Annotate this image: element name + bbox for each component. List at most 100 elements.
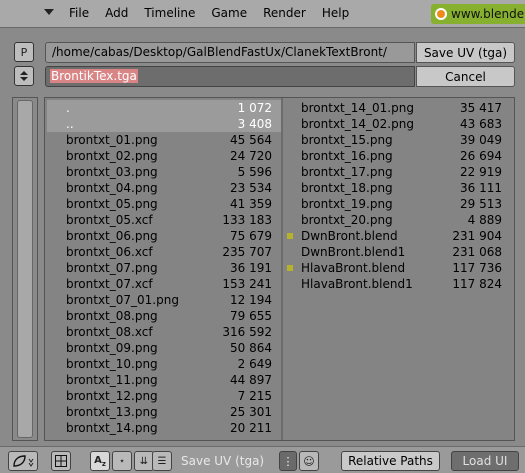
file-row[interactable]: brontxt_12.png 7 215 bbox=[47, 388, 282, 404]
directory-menu-button[interactable] bbox=[14, 66, 34, 86]
file-row[interactable]: brontxt_20.png 4 889 bbox=[285, 212, 514, 228]
relative-paths-button[interactable]: Relative Paths bbox=[341, 451, 440, 471]
scrollbar-thumb[interactable] bbox=[17, 100, 33, 438]
file-row[interactable]: brontxt_02.png 24 720 bbox=[47, 148, 282, 164]
file-name: brontxt_08.xcf bbox=[66, 325, 153, 339]
file-row[interactable]: brontxt_05.xcf 133 183 bbox=[47, 212, 282, 228]
ghost-icon: ☺ bbox=[303, 454, 315, 468]
file-size: 235 707 bbox=[222, 245, 272, 259]
file-row[interactable]: brontxt_09.png 50 864 bbox=[47, 340, 282, 356]
directory-path-input[interactable]: /home/cabas/Desktop/GalBlendFastUx/Clane… bbox=[45, 42, 415, 63]
file-size: 12 194 bbox=[230, 293, 272, 307]
menu-collapse-arrow-icon[interactable] bbox=[44, 9, 54, 15]
up-down-arrows-icon bbox=[20, 71, 28, 81]
filter-button[interactable]: ☰ bbox=[152, 451, 172, 471]
file-row[interactable]: DwnBront.blend 231 904 bbox=[285, 228, 514, 244]
file-size: 35 417 bbox=[460, 101, 502, 115]
file-name: brontxt_14_01.png bbox=[301, 101, 414, 115]
menu-timeline[interactable]: Timeline bbox=[144, 6, 195, 20]
file-name: brontxt_07.xcf bbox=[66, 277, 153, 291]
file-row[interactable]: brontxt_07.png 36 191 bbox=[47, 260, 282, 276]
file-row[interactable]: brontxt_11.png 44 897 bbox=[47, 372, 282, 388]
file-name: brontxt_06.xcf bbox=[66, 245, 153, 259]
filename-input[interactable]: BrontikTex.tga bbox=[45, 66, 415, 87]
menu-help[interactable]: Help bbox=[322, 6, 349, 20]
file-size: 29 513 bbox=[460, 197, 502, 211]
file-name: brontxt_04.png bbox=[66, 181, 158, 195]
file-row[interactable]: brontxt_17.png 22 919 bbox=[285, 164, 514, 180]
file-name: brontxt_13.png bbox=[66, 405, 158, 419]
file-row[interactable]: brontxt_06.xcf 235 707 bbox=[47, 244, 282, 260]
file-size: 36 111 bbox=[460, 181, 502, 195]
file-row[interactable]: brontxt_06.png 75 679 bbox=[47, 228, 282, 244]
file-name: brontxt_05.png bbox=[66, 197, 158, 211]
file-row[interactable]: brontxt_04.png 23 534 bbox=[47, 180, 282, 196]
file-size: 41 359 bbox=[230, 197, 272, 211]
file-row[interactable]: brontxt_13.png 25 301 bbox=[47, 404, 282, 420]
menu-file[interactable]: File bbox=[69, 6, 89, 20]
file-list-scrollbar[interactable] bbox=[12, 97, 38, 441]
menu-render[interactable]: Render bbox=[263, 6, 306, 20]
file-size: 45 564 bbox=[230, 133, 272, 147]
file-name: brontxt_19.png bbox=[301, 197, 393, 211]
file-row[interactable]: brontxt_14_01.png 35 417 bbox=[285, 100, 514, 116]
file-row[interactable]: brontxt_18.png 36 111 bbox=[285, 180, 514, 196]
file-name: brontxt_18.png bbox=[301, 181, 393, 195]
file-size: 50 864 bbox=[230, 341, 272, 355]
sort-alpha-button[interactable]: Az bbox=[90, 451, 110, 471]
file-name: brontxt_07_01.png bbox=[66, 293, 179, 307]
load-ui-button[interactable]: Load UI bbox=[451, 451, 519, 471]
file-name: brontxt_01.png bbox=[66, 133, 158, 147]
file-row[interactable]: brontxt_08.png 79 655 bbox=[47, 308, 282, 324]
file-size: 2 649 bbox=[237, 357, 272, 371]
file-size: 22 919 bbox=[460, 165, 502, 179]
directory-row[interactable]: .. 3 408 bbox=[47, 116, 282, 132]
file-name: DwnBront.blend bbox=[301, 229, 398, 243]
hidden-files-toggle[interactable]: ⋮ bbox=[279, 451, 297, 471]
file-size: 117 736 bbox=[452, 261, 502, 275]
sort-size-button[interactable]: ⇊ bbox=[134, 451, 154, 471]
sort-time-button[interactable]: ⋆ bbox=[112, 451, 132, 471]
file-row[interactable]: brontxt_07.xcf 153 241 bbox=[47, 276, 282, 292]
file-row[interactable]: HlavaBront.blend 117 736 bbox=[285, 260, 514, 276]
editor-type-button[interactable] bbox=[8, 451, 38, 471]
save-uv-button[interactable]: Save UV (tga) bbox=[416, 42, 515, 63]
parent-dir-button[interactable]: P bbox=[14, 42, 34, 62]
file-size: 133 183 bbox=[222, 213, 272, 227]
file-list-column-left: .1 072.. 3 408 brontxt_01.png 45 564 brontxt… bbox=[47, 100, 282, 438]
bottom-toolbar: Az ⋆ ⇊ ☰ Save UV (tga) ⋮ ☺ Relative Path… bbox=[0, 446, 525, 473]
file-row[interactable]: brontxt_01.png 45 564 bbox=[47, 132, 282, 148]
directory-row[interactable]: . 1 072 bbox=[47, 100, 282, 116]
menu-game[interactable]: Game bbox=[211, 6, 247, 20]
file-row[interactable]: brontxt_14.png 20 211 bbox=[47, 420, 282, 436]
filter-icon: ☰ bbox=[157, 455, 167, 467]
file-size: 24 720 bbox=[230, 149, 272, 163]
file-size: 79 655 bbox=[230, 309, 272, 323]
file-size: 1 072 bbox=[237, 101, 272, 115]
file-row[interactable]: brontxt_16.png 26 694 bbox=[285, 148, 514, 164]
menu-add[interactable]: Add bbox=[105, 6, 128, 20]
file-row[interactable]: brontxt_05.png 41 359 bbox=[47, 196, 282, 212]
file-row[interactable]: brontxt_07_01.png 12 194 bbox=[47, 292, 282, 308]
file-row[interactable]: brontxt_03.png 5 596 bbox=[47, 164, 282, 180]
file-name: brontxt_09.png bbox=[66, 341, 158, 355]
file-row[interactable]: HlavaBront.blend1 117 824 bbox=[285, 276, 514, 292]
file-size: 117 824 bbox=[452, 277, 502, 291]
file-row[interactable]: brontxt_19.png 29 513 bbox=[285, 196, 514, 212]
file-size: 3 408 bbox=[237, 117, 272, 131]
file-name: brontxt_10.png bbox=[66, 357, 158, 371]
file-row[interactable]: brontxt_14_02.png 43 683 bbox=[285, 116, 514, 132]
ghost-toggle[interactable]: ☺ bbox=[299, 451, 319, 471]
file-row[interactable]: brontxt_10.png 2 649 bbox=[47, 356, 282, 372]
grid-view-button[interactable] bbox=[51, 451, 71, 471]
file-name: brontxt_16.png bbox=[301, 149, 393, 163]
website-link[interactable]: www.blende bbox=[431, 4, 525, 24]
sort-size-icon: ⇊ bbox=[139, 455, 149, 467]
file-row[interactable]: DwnBront.blend1 231 068 bbox=[285, 244, 514, 260]
file-row[interactable]: brontxt_15.png 39 049 bbox=[285, 132, 514, 148]
cancel-button[interactable]: Cancel bbox=[416, 66, 515, 87]
file-row[interactable]: brontxt_08.xcf 316 592 bbox=[47, 324, 282, 340]
file-name: brontxt_11.png bbox=[66, 373, 158, 387]
file-size: 39 049 bbox=[460, 133, 502, 147]
file-name: DwnBront.blend1 bbox=[301, 245, 406, 259]
